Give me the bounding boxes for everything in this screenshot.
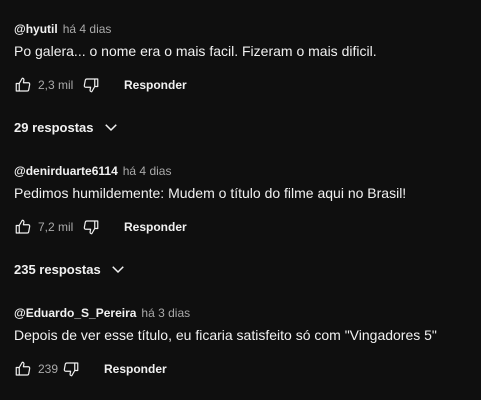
thumbs-up-icon[interactable] [14,360,32,378]
thumbs-up-icon[interactable] [14,218,32,236]
thumbs-down-icon[interactable] [62,360,80,378]
comment-time[interactable]: há 4 dias [123,164,172,178]
replies-toggle[interactable]: 235 respostas [14,260,127,278]
comment-actions: 239 Responder [14,359,481,379]
comment-time[interactable]: há 4 dias [63,22,112,36]
replies-count[interactable]: 29 respostas [14,120,94,135]
comment-item: @Eduardo_S_Pereira há 3 dias Depois de v… [14,306,481,379]
chevron-down-icon[interactable] [102,118,120,136]
comment-header: @denirduarte6114 há 4 dias [14,164,481,180]
thumbs-up-icon[interactable] [14,76,32,94]
reply-button[interactable]: Responder [124,78,187,92]
like-count: 2,3 mil [38,78,74,92]
chevron-down-icon[interactable] [109,260,127,278]
comment-text: Pedimos humildemente: Mudem o título do … [14,185,407,201]
like-count: 7,2 mil [38,220,74,234]
thumbs-down-icon[interactable] [82,218,100,236]
comment-author[interactable]: @Eduardo_S_Pereira [14,306,136,320]
thumbs-down-icon[interactable] [82,76,100,94]
comment-author[interactable]: @denirduarte6114 [14,164,118,178]
comment-header: @hyutil há 4 dias [14,22,481,38]
replies-count[interactable]: 235 respostas [14,262,101,277]
comment-actions: 2,3 mil Responder [14,75,481,95]
reply-button[interactable]: Responder [124,220,187,234]
comment-actions: 7,2 mil Responder [14,217,481,237]
comment-time[interactable]: há 3 dias [141,306,190,320]
comment-text: Depois de ver esse título, eu ficaria sa… [14,327,437,343]
comment-item: @hyutil há 4 dias Po galera... o nome er… [14,22,481,95]
reply-button[interactable]: Responder [104,362,167,376]
comment-item: @denirduarte6114 há 4 dias Pedimos humil… [14,164,481,237]
like-count: 239 [38,362,59,376]
comment-text: Po galera... o nome era o mais facil. Fi… [14,43,377,59]
comment-author[interactable]: @hyutil [14,22,58,36]
replies-toggle[interactable]: 29 respostas [14,118,120,136]
comment-header: @Eduardo_S_Pereira há 3 dias [14,306,481,322]
